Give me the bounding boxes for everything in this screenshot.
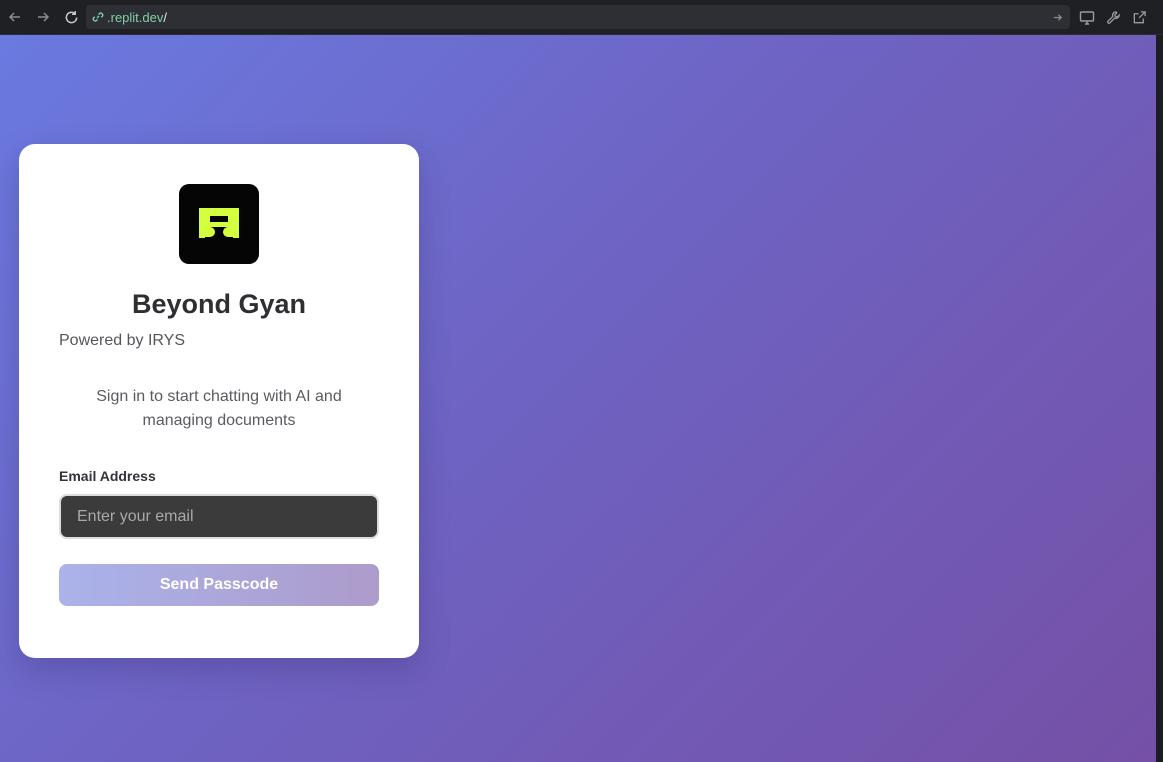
url-bar[interactable]: .replit.dev / [86,5,1070,29]
app-title: Beyond Gyan [131,289,307,319]
page-background: Beyond Gyan Powered by IRYS Sign in to s… [0,35,1156,762]
send-passcode-button[interactable]: Send Passcode [59,564,379,606]
monitor-icon[interactable] [1077,7,1097,27]
powered-by-text: Powered by IRYS [59,332,185,349]
sign-in-subtitle: Sign in to start chatting with AI and ma… [96,388,342,429]
login-card: Beyond Gyan Powered by IRYS Sign in to s… [19,144,419,658]
url-path: / [163,9,167,25]
forward-arrow-icon[interactable] [33,7,53,27]
external-link-icon[interactable] [1129,7,1149,27]
email-label: Email Address [59,468,156,484]
wrench-icon[interactable] [1103,7,1123,27]
window-edge [1156,35,1163,762]
reload-icon[interactable] [61,7,81,27]
url-domain: .replit.dev [107,9,164,25]
go-arrow-icon[interactable] [1048,8,1066,26]
link-icon [92,11,104,23]
beyond-gyan-logo-icon [179,184,259,264]
browser-toolbar: .replit.dev / [0,0,1163,35]
email-input[interactable] [59,494,379,539]
back-arrow-icon[interactable] [5,7,25,27]
